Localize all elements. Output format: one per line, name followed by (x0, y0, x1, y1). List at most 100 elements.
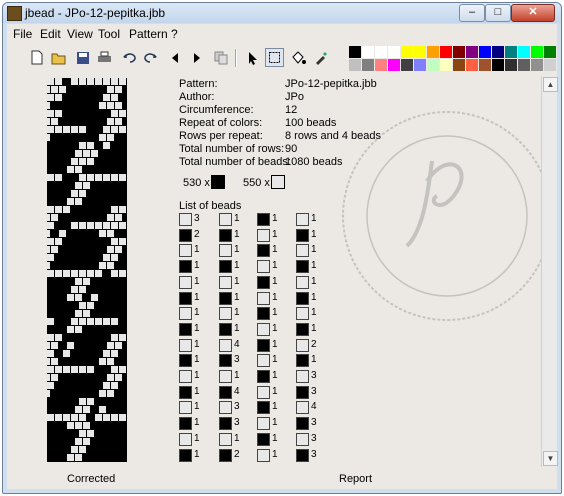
grid-bead[interactable] (79, 430, 86, 437)
grid-bead[interactable] (63, 414, 70, 421)
grid-bead[interactable] (67, 454, 74, 461)
grid-bead[interactable] (111, 382, 118, 389)
grid-bead[interactable] (99, 390, 106, 397)
grid-bead[interactable] (95, 174, 102, 181)
palette-swatch[interactable] (531, 59, 543, 71)
report-tab-label[interactable]: Report (339, 473, 372, 485)
grid-bead[interactable] (87, 430, 94, 437)
picker-icon[interactable] (311, 48, 330, 67)
grid-bead[interactable] (99, 406, 106, 413)
grid-bead[interactable] (103, 174, 110, 181)
grid-bead[interactable] (103, 222, 110, 229)
palette-swatch[interactable] (349, 46, 361, 58)
grid-bead[interactable] (75, 198, 82, 205)
grid-bead[interactable] (55, 126, 62, 133)
grid-bead[interactable] (103, 142, 110, 149)
grid-bead[interactable] (111, 206, 118, 213)
grid-bead[interactable] (47, 270, 54, 277)
grid-bead[interactable] (119, 174, 126, 181)
grid-bead[interactable] (47, 214, 50, 221)
redo-icon[interactable] (141, 48, 160, 67)
grid-bead[interactable] (79, 286, 86, 293)
grid-bead[interactable] (107, 214, 114, 221)
grid-bead[interactable] (111, 222, 118, 229)
grid-bead[interactable] (99, 262, 106, 269)
grid-bead[interactable] (67, 166, 74, 173)
grid-bead[interactable] (103, 94, 110, 101)
grid-bead[interactable] (103, 350, 110, 357)
grid-bead[interactable] (47, 390, 50, 397)
palette-swatch[interactable] (453, 46, 465, 58)
grid-bead[interactable] (55, 414, 62, 421)
grid-bead[interactable] (47, 230, 50, 237)
grid-bead[interactable] (83, 422, 90, 429)
close-button[interactable]: ✕ (511, 4, 555, 22)
grid-bead[interactable] (75, 182, 82, 189)
grid-bead[interactable] (47, 110, 54, 117)
palette-swatch[interactable] (414, 59, 426, 71)
grid-bead[interactable] (47, 358, 50, 365)
grid-bead[interactable] (47, 102, 50, 109)
palette-swatch[interactable] (362, 46, 374, 58)
grid-bead[interactable] (111, 126, 118, 133)
grid-bead[interactable] (87, 158, 94, 165)
grid-bead[interactable] (119, 270, 126, 277)
grid-bead[interactable] (111, 110, 118, 117)
palette-swatch[interactable] (362, 59, 374, 71)
grid-bead[interactable] (55, 78, 62, 85)
grid-bead[interactable] (111, 174, 118, 181)
grid-bead[interactable] (79, 446, 86, 453)
grid-bead[interactable] (87, 318, 94, 325)
grid-bead[interactable] (47, 246, 50, 253)
grid-bead[interactable] (47, 366, 54, 373)
grid-bead[interactable] (87, 174, 94, 181)
grid-bead[interactable] (47, 238, 54, 245)
grid-bead[interactable] (79, 78, 86, 85)
grid-bead[interactable] (47, 94, 54, 101)
grid-bead[interactable] (107, 134, 114, 141)
grid-bead[interactable] (63, 350, 70, 357)
save-icon[interactable] (73, 48, 92, 67)
palette-swatch[interactable] (518, 59, 530, 71)
grid-bead[interactable] (87, 222, 94, 229)
grid-bead[interactable] (119, 78, 126, 85)
palette-swatch[interactable] (544, 46, 556, 58)
grid-bead[interactable] (95, 222, 102, 229)
menu-tool[interactable]: Tool (98, 27, 120, 41)
grid-bead[interactable] (63, 270, 70, 277)
palette-swatch[interactable] (492, 59, 504, 71)
grid-bead[interactable] (47, 86, 50, 93)
palette-swatch[interactable] (414, 46, 426, 58)
grid-bead[interactable] (115, 102, 122, 109)
grid-bead[interactable] (99, 134, 106, 141)
grid-bead[interactable] (55, 94, 62, 101)
grid-bead[interactable] (51, 246, 58, 253)
grid-bead[interactable] (83, 438, 90, 445)
grid-bead[interactable] (71, 286, 78, 293)
palette-swatch[interactable] (401, 59, 413, 71)
maximize-button[interactable]: □ (485, 4, 511, 22)
undo-icon[interactable] (119, 48, 138, 67)
grid-bead[interactable] (115, 214, 122, 221)
grid-bead[interactable] (79, 318, 86, 325)
palette-swatch[interactable] (427, 46, 439, 58)
grid-bead[interactable] (79, 158, 86, 165)
palette-swatch[interactable] (388, 46, 400, 58)
grid-bead[interactable] (111, 334, 118, 341)
grid-bead[interactable] (75, 438, 82, 445)
grid-bead[interactable] (83, 406, 90, 413)
grid-bead[interactable] (71, 446, 78, 453)
grid-bead[interactable] (71, 126, 78, 133)
grid-bead[interactable] (51, 86, 58, 93)
grid-bead[interactable] (107, 246, 114, 253)
grid-bead[interactable] (75, 294, 82, 301)
grid-bead[interactable] (75, 326, 82, 333)
grid-bead[interactable] (119, 126, 126, 133)
grid-bead[interactable] (83, 278, 90, 285)
palette-swatch[interactable] (453, 59, 465, 71)
palette-swatch[interactable] (388, 59, 400, 71)
grid-bead[interactable] (67, 326, 74, 333)
menu-help[interactable]: ? (171, 27, 178, 41)
grid-bead[interactable] (59, 230, 66, 237)
grid-bead[interactable] (67, 198, 74, 205)
